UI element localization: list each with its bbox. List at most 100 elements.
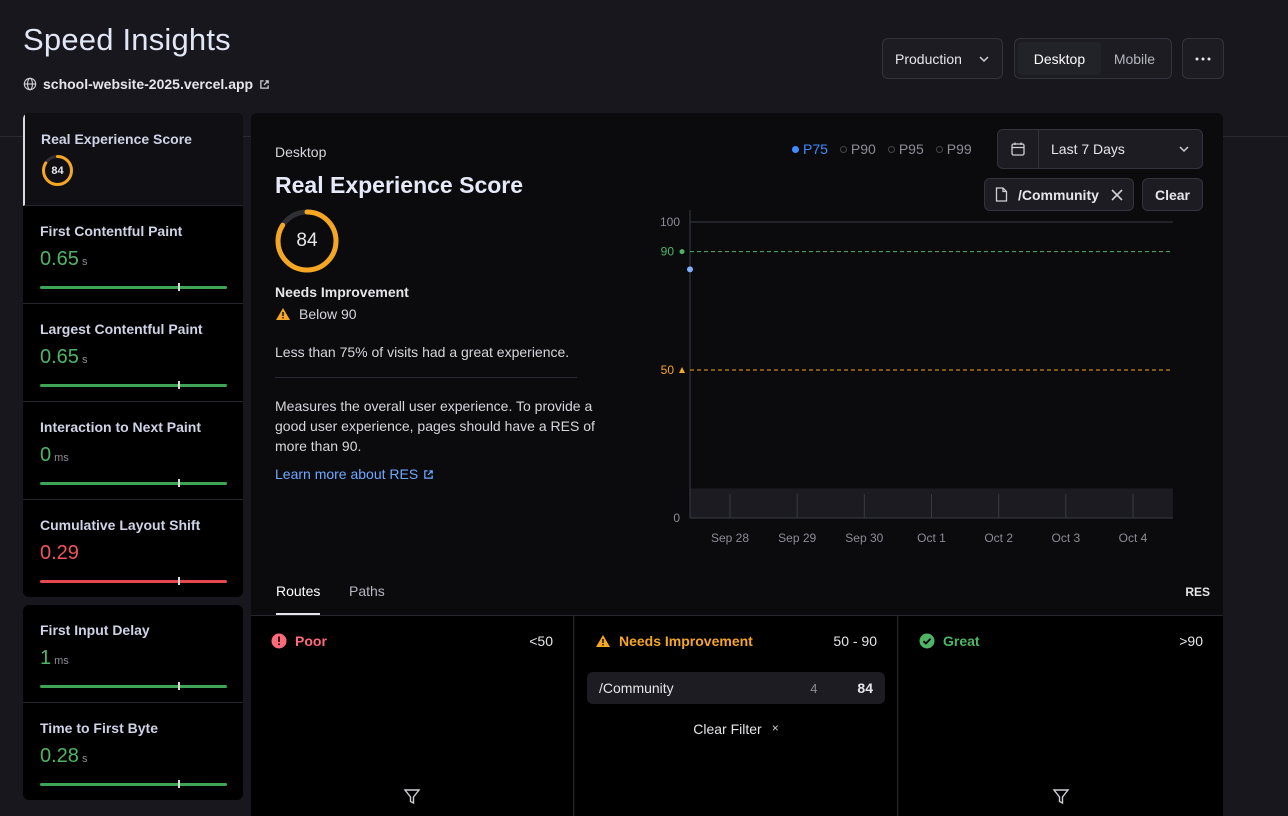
radio-dot — [839, 145, 847, 153]
metric-lcp[interactable]: Largest Contentful Paint 0.65 s — [23, 304, 243, 402]
percentile-label: P95 — [898, 141, 924, 157]
check-circle-icon — [919, 633, 935, 649]
metric-cls[interactable]: Cumulative Layout Shift 0.29 — [23, 500, 243, 597]
route-score: 84 — [857, 680, 873, 696]
clear-filter-button[interactable]: Clear Filter × — [575, 721, 897, 737]
calendar-icon — [1011, 142, 1025, 156]
tab-routes[interactable]: Routes — [276, 583, 321, 615]
metric-marker — [178, 577, 180, 585]
metric-value: 0 — [40, 444, 52, 466]
summary-text: Less than 75% of visits had a great expe… — [275, 344, 570, 360]
metric-inp[interactable]: Interaction to Next Paint 0 ms — [23, 402, 243, 500]
metric-value: 1 — [40, 647, 52, 669]
metric-name: Real Experience Score — [41, 131, 192, 147]
more-options-button[interactable] — [1182, 38, 1224, 79]
threshold-text: Below 90 — [299, 306, 357, 322]
metric-unit: s — [81, 256, 88, 268]
metric-name: First Contentful Paint — [40, 223, 183, 239]
metric-name: Largest Contentful Paint — [40, 321, 203, 337]
chart-xtick-label: Sep 28 — [711, 531, 749, 545]
metric-marker — [178, 283, 180, 291]
panel-device-label: Desktop — [275, 144, 327, 160]
external-link-icon — [424, 469, 434, 479]
warning-icon — [596, 635, 610, 647]
close-icon[interactable] — [1111, 188, 1123, 201]
main-panel: Desktop Real Experience Score 84 Needs I… — [251, 113, 1223, 816]
chart-xtick-label: Sep 29 — [778, 531, 816, 545]
close-icon: × — [771, 721, 779, 735]
percentile-label: P75 — [803, 141, 828, 157]
environment-label: Production — [895, 50, 962, 67]
percentile-label: P90 — [850, 141, 876, 157]
chart-threshold-marker — [679, 367, 685, 373]
threshold-note: Below 90 — [275, 306, 357, 322]
metric-ttfb[interactable]: Time to First Byte 0.28 s — [23, 703, 243, 800]
section-divider — [275, 377, 577, 378]
chart-xtick-label: Sep 30 — [845, 531, 883, 545]
chart-threshold-marker — [679, 249, 685, 255]
score-ring: 84 — [274, 208, 340, 274]
bucket-needs-improvement: Needs Improvement 50 - 90 /Community 4 8… — [575, 616, 898, 816]
learn-more-label: Learn more about RES — [275, 466, 419, 482]
bucket-label: Poor — [295, 633, 327, 649]
metric-bar — [40, 283, 227, 291]
metric-fcp[interactable]: First Contentful Paint 0.65 s — [23, 206, 243, 304]
extra-metrics-sidebar: First Input Delay 1 ms Time to First Byte… — [23, 605, 243, 800]
device-toggle[interactable]: Desktop Mobile — [1014, 38, 1172, 79]
radio-dot — [887, 145, 895, 153]
clear-button[interactable]: Clear — [1142, 178, 1203, 211]
metrics-sidebar: Real Experience Score 84 First Contentfu… — [23, 113, 243, 597]
tabs-bar: Routes Paths RES — [251, 571, 1223, 616]
metric-unit: s — [81, 753, 88, 765]
chevron-down-icon — [979, 55, 989, 62]
date-range-label: Last 7 Days — [1051, 141, 1125, 157]
percentile-p99[interactable]: P99 — [935, 141, 972, 157]
tab-paths[interactable]: Paths — [349, 583, 385, 613]
metric-res[interactable]: Real Experience Score 84 — [23, 113, 243, 206]
device-desktop-button[interactable]: Desktop — [1018, 42, 1101, 75]
device-mobile-button[interactable]: Mobile — [1101, 42, 1168, 75]
metric-bar — [40, 577, 227, 585]
metric-bar — [40, 479, 227, 487]
filter-icon — [1052, 789, 1070, 805]
res-score-ring: 84 — [41, 154, 74, 187]
route-row[interactable]: /Community 4 84 — [587, 672, 885, 704]
route-filter-chip[interactable]: /Community — [984, 178, 1134, 211]
metric-value: 0.65 — [40, 248, 79, 270]
percentile-p75[interactable]: P75 — [792, 141, 828, 157]
metric-marker — [178, 780, 180, 788]
globe-icon — [23, 77, 37, 91]
metric-bar — [40, 780, 227, 788]
chart-data-point — [687, 266, 693, 273]
metric-fid[interactable]: First Input Delay 1 ms — [23, 605, 243, 703]
metric-marker — [178, 682, 180, 690]
route-path: /Community — [599, 680, 674, 696]
chevron-down-icon — [1179, 146, 1189, 153]
warning-icon — [276, 308, 290, 320]
radio-dot — [792, 145, 799, 153]
file-icon — [995, 187, 1008, 202]
filter-icon — [403, 789, 421, 805]
metric-name: Time to First Byte — [40, 720, 158, 736]
bucket-label: Great — [943, 633, 980, 649]
site-link[interactable]: school-website-2025.vercel.app — [23, 76, 270, 92]
external-link-icon — [260, 79, 269, 89]
page-title: Speed Insights — [23, 22, 231, 57]
metric-value: 0.28 — [40, 745, 79, 767]
res-column-label: RES — [1185, 585, 1210, 599]
metric-unit: s — [81, 354, 88, 366]
clear-filter-label: Clear Filter — [693, 721, 762, 737]
date-range-select[interactable]: Last 7 Days — [997, 129, 1203, 169]
alert-circle-icon — [271, 633, 287, 649]
percentile-p95[interactable]: P95 — [887, 141, 924, 157]
learn-more-link[interactable]: Learn more about RES — [275, 466, 434, 482]
res-chart: 100 0 90 50 Sep 28 Sep 29 Sep 30 Oct 1 Oct 2 Oct … — [660, 210, 1173, 545]
metric-name: First Input Delay — [40, 622, 150, 638]
percentile-p90[interactable]: P90 — [839, 141, 876, 157]
metric-bar — [40, 381, 227, 389]
chart-ytick-label: 0 — [673, 511, 680, 525]
chart-xtick-label: Oct 2 — [984, 531, 1013, 545]
radio-dot — [935, 145, 943, 153]
description-text: Measures the overall user experience. To… — [275, 398, 595, 454]
environment-select[interactable]: Production — [882, 38, 1003, 79]
